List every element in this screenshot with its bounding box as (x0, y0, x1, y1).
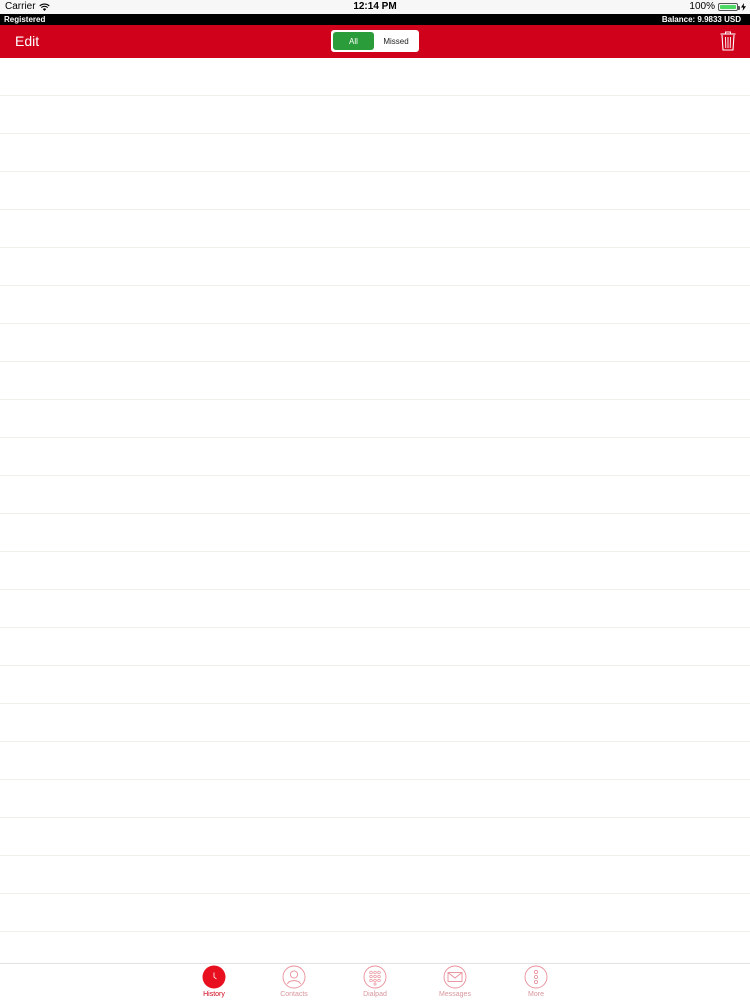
tab-messages[interactable]: Messages (425, 965, 485, 998)
list-row[interactable] (0, 58, 750, 96)
tab-dialpad[interactable]: Dialpad (345, 965, 405, 998)
list-row[interactable] (0, 248, 750, 286)
list-row[interactable] (0, 172, 750, 210)
list-row[interactable] (0, 552, 750, 590)
list-row[interactable] (0, 210, 750, 248)
tab-contacts-label: Contacts (280, 991, 308, 998)
registration-status: Registered (4, 14, 45, 25)
tab-more[interactable]: More (506, 965, 566, 998)
segment-all[interactable]: All (333, 32, 374, 50)
list-row[interactable] (0, 780, 750, 818)
tab-contacts[interactable]: Contacts (264, 965, 324, 998)
status-bar: Carrier 12:14 PM 100% (0, 0, 750, 14)
registration-bar: Registered Balance: 9.9833 USD (0, 14, 750, 25)
list-row[interactable] (0, 134, 750, 172)
tab-history[interactable]: History (184, 965, 244, 998)
status-right: 100% (689, 0, 746, 14)
list-row[interactable] (0, 476, 750, 514)
list-row[interactable] (0, 856, 750, 894)
list-row[interactable] (0, 438, 750, 476)
list-row[interactable] (0, 742, 750, 780)
bolt-icon (741, 3, 746, 11)
list-row[interactable] (0, 96, 750, 134)
balance-label: Balance: 9.9833 USD (662, 14, 741, 25)
history-list[interactable] (0, 58, 750, 963)
tab-history-label: History (203, 991, 225, 998)
person-icon (282, 965, 306, 989)
list-row[interactable] (0, 400, 750, 438)
battery-fill (720, 5, 736, 9)
envelope-icon (443, 965, 467, 989)
more-icon (524, 965, 548, 989)
tab-bar: History Contacts Dialpad (0, 963, 750, 1001)
list-row[interactable] (0, 324, 750, 362)
list-row[interactable] (0, 286, 750, 324)
list-row[interactable] (0, 704, 750, 742)
list-row[interactable] (0, 818, 750, 856)
list-row[interactable] (0, 362, 750, 400)
navigation-bar: Edit All Missed (0, 25, 750, 58)
tab-more-label: More (528, 991, 544, 998)
list-row[interactable] (0, 894, 750, 932)
status-time: 12:14 PM (0, 0, 750, 14)
list-row[interactable] (0, 666, 750, 704)
battery-percent: 100% (689, 0, 715, 14)
battery-tip (738, 6, 740, 10)
segment-missed[interactable]: Missed (374, 31, 418, 51)
tab-messages-label: Messages (439, 991, 471, 998)
list-row[interactable] (0, 590, 750, 628)
edit-button[interactable]: Edit (15, 33, 39, 49)
battery-icon (718, 3, 738, 11)
list-row[interactable] (0, 514, 750, 552)
list-row[interactable] (0, 628, 750, 666)
call-filter-segmented-control: All Missed (331, 30, 419, 52)
tab-dialpad-label: Dialpad (363, 991, 387, 998)
clock-icon (202, 965, 226, 989)
dialpad-icon (363, 965, 387, 989)
list-row[interactable] (0, 932, 750, 963)
trash-icon[interactable] (720, 31, 736, 51)
